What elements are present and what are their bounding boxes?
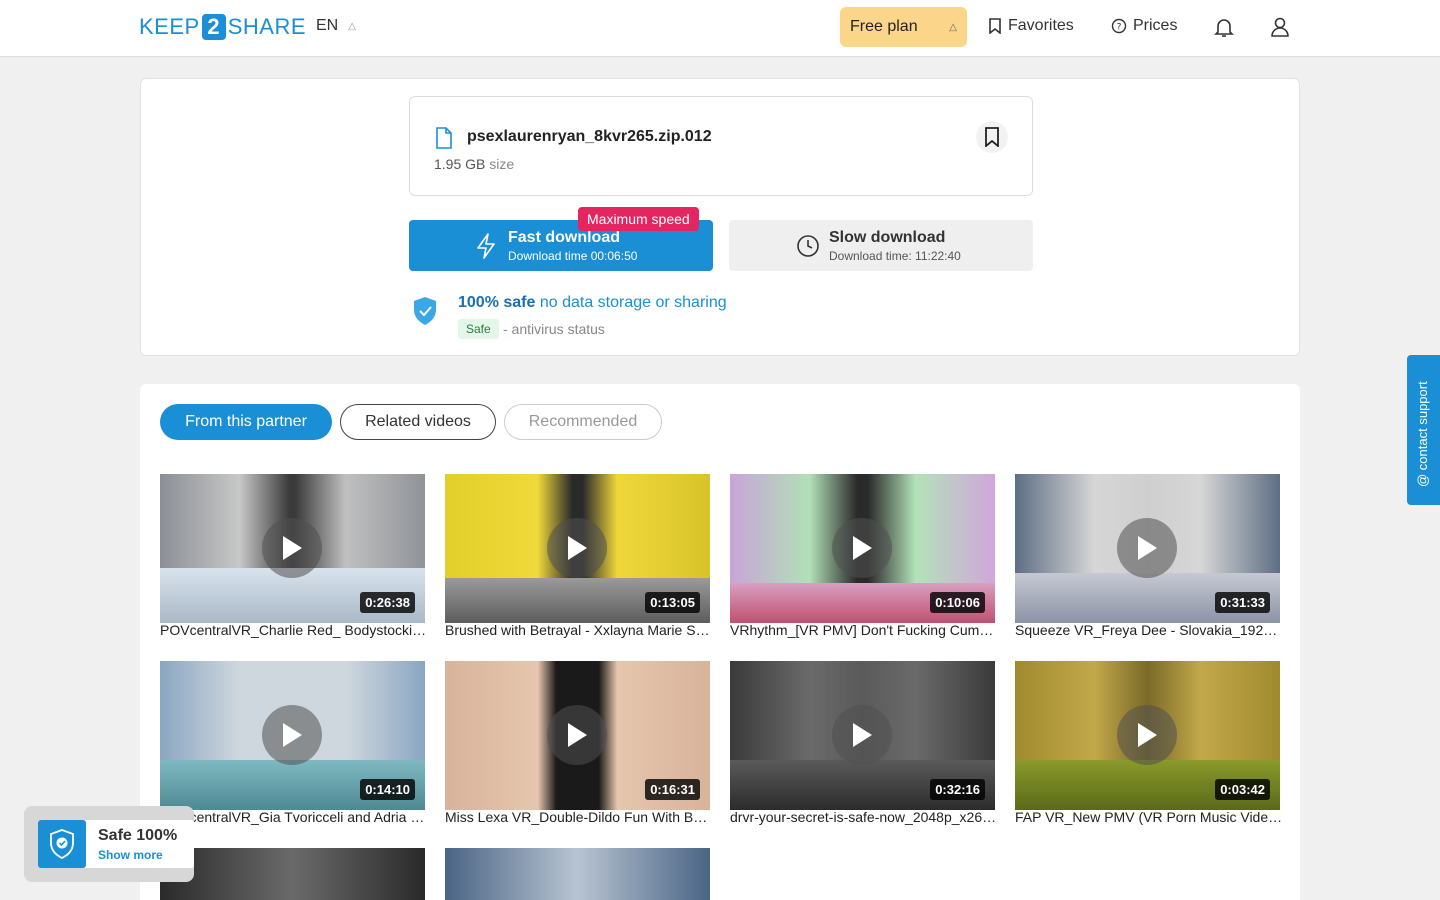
video-thumbnail[interactable]: 0:14:10	[160, 661, 425, 810]
video-thumbnail[interactable]: 0:13:05	[445, 474, 710, 623]
safe-widget-title: Safe 100%	[98, 827, 178, 844]
video-title[interactable]: FAP VR_New PMV (VR Porn Music Video)_8K_…	[1015, 809, 1283, 825]
user-icon	[1271, 17, 1289, 37]
safe-widget-logo	[38, 820, 86, 868]
video-thumbnail[interactable]: 0:03:42	[1015, 661, 1280, 810]
play-icon[interactable]	[1117, 705, 1177, 765]
chevron-up-icon: △	[949, 21, 957, 33]
shield-check-icon	[414, 297, 436, 325]
play-icon[interactable]	[1117, 518, 1177, 578]
prices-label: Prices	[1133, 17, 1178, 34]
video-thumbnail[interactable]: 0:31:33	[1015, 474, 1280, 623]
play-icon[interactable]	[547, 518, 607, 578]
language-label: EN	[316, 17, 339, 34]
favorites-label: Favorites	[1008, 17, 1074, 34]
video-duration: 0:14:10	[360, 779, 415, 800]
keep2share-logo[interactable]: KEEP 2 SHARE	[139, 14, 306, 40]
play-icon[interactable]	[547, 705, 607, 765]
video-duration: 0:13:05	[645, 592, 700, 613]
top-header: KEEP 2 SHARE EN △ Free plan △ Favorites …	[0, 0, 1440, 57]
clock-icon	[797, 235, 819, 257]
video-duration: 0:16:31	[645, 779, 700, 800]
video-thumbnail[interactable]: 0:32:16	[730, 661, 995, 810]
slow-download-title: Slow download	[829, 229, 946, 246]
video-duration: 0:03:42	[1215, 779, 1270, 800]
file-size-label: size	[489, 156, 515, 172]
contact-support-tab[interactable]: @ contact support	[1407, 355, 1440, 505]
plan-dropdown-button[interactable]: Free plan △	[840, 7, 967, 47]
video-thumbnail[interactable]: 0:26:38	[160, 474, 425, 623]
safety-headline: 100% safe no data storage or sharing	[458, 294, 727, 312]
logo-text-left: KEEP	[139, 14, 200, 39]
video-thumbnail[interactable]	[160, 848, 425, 900]
user-account-button[interactable]	[1267, 14, 1293, 40]
file-icon	[436, 127, 452, 149]
play-icon[interactable]	[262, 705, 322, 765]
tab-recommended[interactable]: Recommended	[504, 404, 662, 440]
plan-label: Free plan	[850, 18, 918, 35]
video-duration: 0:32:16	[930, 779, 985, 800]
file-size-value: 1.95 GB	[434, 156, 486, 172]
question-circle-icon: ?	[1111, 18, 1127, 34]
safe-widget-inner: Safe 100% Show more	[38, 820, 194, 868]
video-duration: 0:10:06	[930, 592, 985, 613]
svg-text:?: ?	[1117, 23, 1122, 33]
video-title[interactable]: POVcentralVR_Charlie Red_ Bodystocking V…	[160, 622, 428, 638]
play-icon[interactable]	[262, 518, 322, 578]
video-thumbnail[interactable]	[445, 848, 710, 900]
file-name: psexlaurenryan_8kvr265.zip.012	[467, 128, 712, 145]
video-title[interactable]: VRhythm_[VR PMV] Don't Fucking Cum_8K_18…	[730, 622, 998, 638]
logo-text-mid: 2	[201, 14, 226, 40]
prices-link[interactable]: ? Prices	[1111, 17, 1177, 35]
add-to-favorites-button[interactable]	[976, 121, 1008, 153]
safety-headline-bold: 100% safe	[458, 294, 536, 311]
bell-icon	[1214, 19, 1234, 37]
language-selector[interactable]: EN △	[316, 17, 356, 35]
video-title[interactable]: Brushed with Betrayal - Xxlayna Marie SL…	[445, 622, 713, 638]
at-sign-icon: @	[1415, 470, 1430, 487]
fast-download-title: Fast download	[508, 229, 620, 246]
play-icon[interactable]	[832, 518, 892, 578]
tab-related-videos[interactable]: Related videos	[340, 404, 496, 440]
file-info-box: psexlaurenryan_8kvr265.zip.012 1.95 GB s…	[409, 96, 1033, 196]
safety-headline-rest: no data storage or sharing	[539, 294, 727, 311]
video-duration: 0:26:38	[360, 592, 415, 613]
antivirus-safe-badge: Safe	[458, 319, 499, 339]
lightning-icon	[477, 233, 495, 259]
video-title[interactable]: Miss Lexa VR_Double-Dildo Fun With Barbi…	[445, 809, 713, 825]
file-size: 1.95 GB size	[434, 156, 514, 172]
notifications-button[interactable]	[1211, 14, 1237, 40]
file-download-card: psexlaurenryan_8kvr265.zip.012 1.95 GB s…	[140, 78, 1300, 356]
bookmark-icon	[989, 18, 1001, 34]
video-thumbnail[interactable]: 0:16:31	[445, 661, 710, 810]
bookmark-icon	[985, 127, 999, 147]
slow-download-time: Download time: 11:22:40	[829, 249, 961, 263]
play-icon[interactable]	[832, 705, 892, 765]
show-more-link[interactable]: Show more	[98, 848, 163, 862]
tab-from-this-partner[interactable]: From this partner	[160, 404, 332, 440]
contact-support-label: @ contact support	[1415, 381, 1430, 487]
video-title[interactable]: POVcentralVR_Gia Tvoricceli and Adria Ra…	[160, 809, 428, 825]
safe-widget[interactable]: Safe 100% Show more	[24, 806, 194, 882]
favorites-link[interactable]: Favorites	[988, 17, 1074, 35]
video-title[interactable]: Squeeze VR_Freya Dee - Slovakia_1920p_18…	[1015, 622, 1283, 638]
video-duration: 0:31:33	[1215, 592, 1270, 613]
chevron-up-icon: △	[348, 20, 356, 32]
slow-download-button[interactable]: Slow download Download time: 11:22:40	[729, 220, 1033, 271]
antivirus-status-text: - antivirus status	[503, 321, 605, 337]
video-thumbnail[interactable]: 0:10:06	[730, 474, 995, 623]
shield-check-icon	[50, 829, 74, 859]
fast-download-time: Download time 00:06:50	[508, 249, 638, 263]
logo-text-right: SHARE	[227, 14, 306, 39]
maximum-speed-badge: Maximum speed	[578, 207, 699, 231]
video-title[interactable]: drvr-your-secret-is-safe-now_2048p_x265_…	[730, 809, 998, 825]
